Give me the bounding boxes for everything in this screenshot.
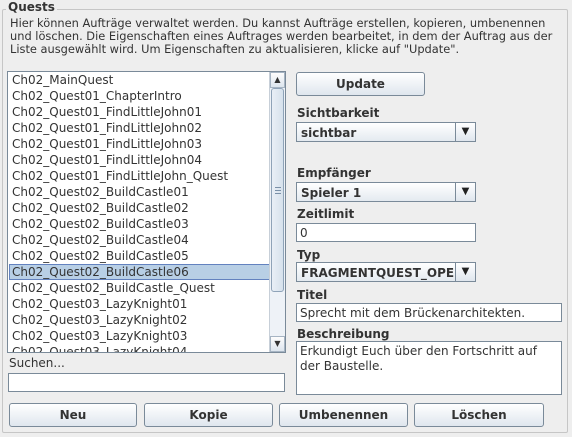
timelimit-input[interactable]: 0 xyxy=(296,223,476,242)
receiver-value: Spieler 1 xyxy=(301,186,362,200)
quest-list-item[interactable]: Ch02_Quest01_ChapterIntro xyxy=(9,88,270,104)
list-scrollbar[interactable]: ▲ ▼ xyxy=(269,72,285,352)
quest-list-item[interactable]: Ch02_Quest03_LazyKnight03 xyxy=(9,328,270,344)
quest-list-item[interactable]: Ch02_Quest02_BuildCastle01 xyxy=(9,184,270,200)
quest-list-item[interactable]: Ch02_MainQuest xyxy=(9,72,270,88)
update-button[interactable]: Update xyxy=(296,72,425,96)
title-label: Titel xyxy=(297,288,328,302)
visibility-value: sichtbar xyxy=(301,126,357,140)
quest-list-item[interactable]: Ch02_Quest02_BuildCastle02 xyxy=(9,200,270,216)
quest-list-item[interactable]: Ch02_Quest02_BuildCastle_Quest xyxy=(9,280,270,296)
scroll-up-button[interactable]: ▲ xyxy=(270,72,285,88)
arrow-up-icon: ▲ xyxy=(274,75,281,84)
search-input[interactable] xyxy=(8,373,285,392)
title-input[interactable]: Sprecht mit dem Brückenarchitekten. xyxy=(296,303,562,322)
quest-list-item[interactable]: Ch02_Quest02_BuildCastle06 xyxy=(9,264,270,280)
quest-list-item[interactable]: Ch02_Quest01_FindLittleJohn01 xyxy=(9,104,270,120)
panel-title: Quests xyxy=(6,0,57,14)
grip-line xyxy=(275,193,281,194)
arrow-down-icon: ▼ xyxy=(274,339,281,348)
chevron-down-icon: ▼ xyxy=(455,263,475,281)
panel-description: Hier können Aufträge verwaltet werden. D… xyxy=(10,16,553,56)
rename-button[interactable]: Umbenennen xyxy=(279,403,408,427)
delete-button[interactable]: Löschen xyxy=(414,403,544,427)
type-value: FRAGMENTQUEST_OPEN xyxy=(301,266,465,280)
chevron-down-icon: ▼ xyxy=(455,183,475,201)
quest-list-item[interactable]: Ch02_Quest03_LazyKnight04 xyxy=(9,344,270,352)
new-button[interactable]: Neu xyxy=(9,403,137,427)
quest-list-item[interactable]: Ch02_Quest03_LazyKnight01 xyxy=(9,296,270,312)
description-textarea[interactable]: Erkundigt Euch über den Fortschritt auf … xyxy=(296,341,562,395)
search-label: Suchen... xyxy=(9,356,65,370)
quest-list[interactable]: Ch02_MainQuest Ch02_Quest01_ChapterIntro C… xyxy=(7,71,286,353)
quest-list-item[interactable]: Ch02_Quest02_BuildCastle03 xyxy=(9,216,270,232)
quest-list-item[interactable]: Ch02_Quest01_FindLittleJohn04 xyxy=(9,152,270,168)
scroll-thumb[interactable] xyxy=(271,88,284,292)
timelimit-label: Zeitlimit xyxy=(297,207,355,221)
receiver-label: Empfänger xyxy=(297,166,371,180)
quest-list-item[interactable]: Ch02_Quest02_BuildCastle04 xyxy=(9,232,270,248)
quest-list-items: Ch02_MainQuest Ch02_Quest01_ChapterIntro C… xyxy=(9,72,270,352)
receiver-select[interactable]: Spieler 1 ▼ xyxy=(296,182,476,202)
quest-list-item[interactable]: Ch02_Quest02_BuildCastle05 xyxy=(9,248,270,264)
chevron-down-icon: ▼ xyxy=(455,123,475,141)
type-select[interactable]: FRAGMENTQUEST_OPEN ▼ xyxy=(296,262,476,282)
description-label: Beschreibung xyxy=(297,327,390,341)
quest-list-item[interactable]: Ch02_Quest01_FindLittleJohn03 xyxy=(9,136,270,152)
scroll-down-button[interactable]: ▼ xyxy=(270,336,285,352)
quest-list-item[interactable]: Ch02_Quest01_FindLittleJohn_Quest xyxy=(9,168,270,184)
grip-line xyxy=(275,187,281,188)
visibility-select[interactable]: sichtbar ▼ xyxy=(296,122,476,142)
copy-button[interactable]: Kopie xyxy=(144,403,273,427)
quest-list-item[interactable]: Ch02_Quest03_LazyKnight02 xyxy=(9,312,270,328)
type-label: Typ xyxy=(297,248,321,262)
quest-list-item[interactable]: Ch02_Quest01_FindLittleJohn02 xyxy=(9,120,270,136)
visibility-label: Sichtbarkeit xyxy=(297,106,380,120)
grip-line xyxy=(275,190,281,191)
